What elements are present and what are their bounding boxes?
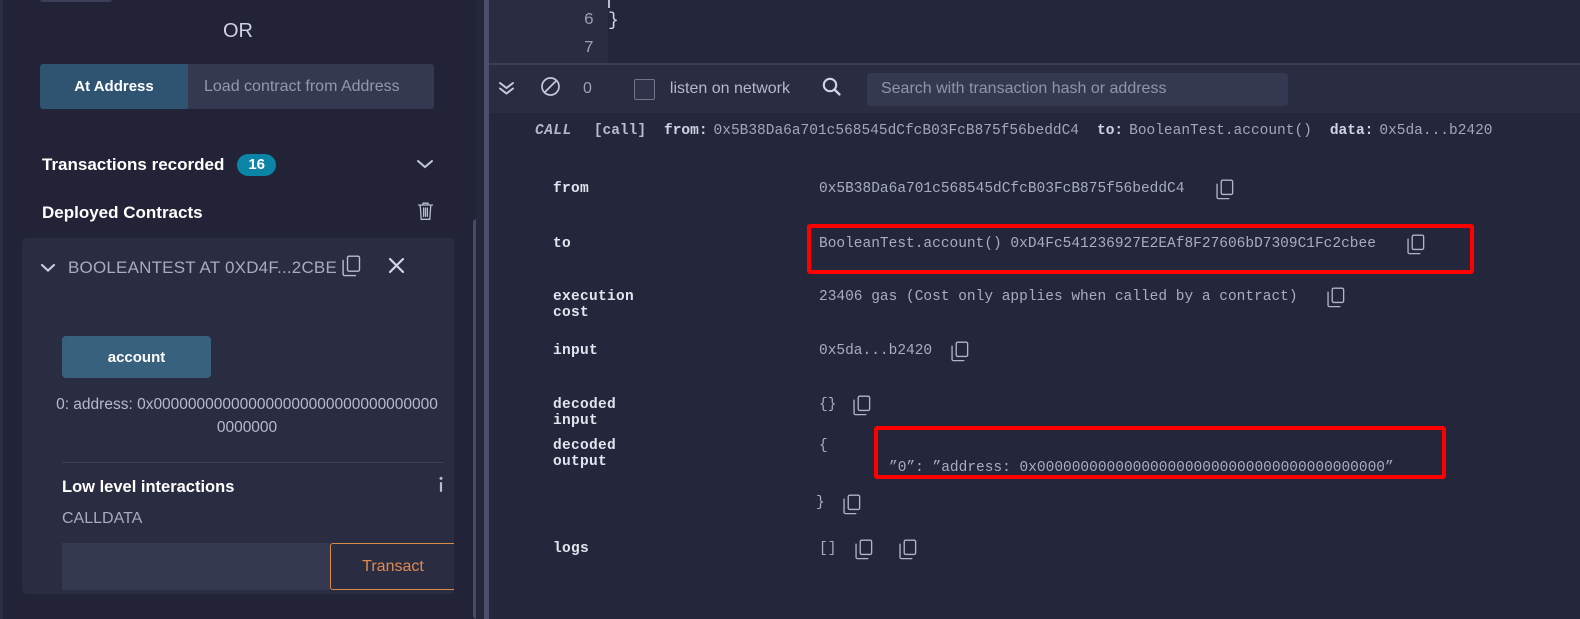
detail-value-decoded-input: {} [819,397,837,413]
call-to-key: to: [1097,123,1124,139]
calldata-label: CALLDATA [62,510,143,527]
copy-icon[interactable] [855,539,874,565]
account-return-value: 0: address: 0x00000000000000000000000000… [56,396,438,436]
account-function-button[interactable]: account [62,336,211,378]
partial-button-above[interactable] [40,0,112,2]
transactions-recorded-label: Transactions recorded [42,155,225,174]
decoded-output-open-brace: { [819,438,828,454]
detail-label-logs: logs [553,541,590,557]
detail-value-from: 0x5B38Da6a701c568545dCfcB03FcB875f56bedd… [819,181,1185,197]
editor-and-terminal-area: 6 7 } 0 listen on network Search with tr… [489,0,1580,619]
listen-on-network-label: listen on network [669,80,790,97]
calldata-row: Transact [62,543,454,590]
copy-icon[interactable] [951,341,970,367]
at-address-button[interactable]: At Address [40,64,188,109]
chevron-down-icon[interactable] [40,261,56,276]
or-separator-label: OR [223,20,253,42]
call-summary-line[interactable]: CALL [call] from: 0x5B38Da6a701c568545dCfcB… [535,123,1493,139]
transact-button[interactable]: Transact [330,543,454,590]
detail-label-input: input [553,343,599,359]
deployed-contracts-label: Deployed Contracts [42,203,203,222]
info-icon[interactable] [438,476,444,499]
call-to-value: BooleanTest.account() [1129,123,1312,139]
call-data-key: data: [1329,123,1374,139]
terminal-search-input[interactable] [866,72,1288,106]
copy-icon[interactable] [1407,234,1426,260]
at-address-row: At Address [40,64,434,109]
line-number-6: 6 [583,11,594,30]
copy-icon[interactable] [1327,287,1346,313]
detail-label-from: from [553,181,590,197]
detail-value-to: BooleanTest.account() 0xD4Fc541236927E2E… [819,236,1376,252]
detail-label-to: to [553,236,572,252]
call-type-tag: CALL [535,123,572,139]
call-bracket-label: [call] [593,123,647,139]
card-divider [62,462,444,463]
detail-value-logs: [] [819,541,837,557]
panel-left-rail [0,0,3,619]
calldata-input[interactable] [62,543,330,590]
deployed-contract-card: BOOLEANTEST AT 0XD4F...2CBEE ( account 0… [22,238,454,594]
transactions-recorded-count-badge: 16 [237,154,277,176]
search-icon[interactable] [822,77,841,101]
transactions-recorded-row[interactable]: Transactions recorded 16 [42,150,434,180]
remix-ide-window: OR At Address Transactions recorded 16 D… [0,0,1580,619]
listen-on-network-checkbox[interactable] [633,78,655,100]
detail-value-input: 0x5da...b2420 [819,343,933,359]
editor-gutter: 6 7 [489,0,608,64]
at-address-input[interactable] [188,64,434,109]
low-level-interactions-label: Low level interactions [62,477,235,496]
call-from-key: from: [664,123,708,139]
low-level-interactions-row: Low level interactions [62,474,444,500]
double-chevron-down-icon[interactable] [497,78,516,101]
code-editor-strip: 6 7 } [489,0,1580,65]
copy-icon[interactable] [843,494,862,520]
contract-card-title: BOOLEANTEST AT 0XD4F...2CBEE ( [68,258,336,277]
terminal-output: CALL [call] from: 0x5B38Da6a701c568545dCfcB… [489,113,1580,619]
deployed-contracts-header: Deployed Contracts [42,199,434,227]
clear-console-icon[interactable] [540,76,561,102]
copy-icon[interactable] [1216,179,1235,205]
copy-icon-secondary[interactable] [899,539,918,565]
editor-code-line-6[interactable]: } [608,11,619,31]
call-data-value: 0x5da...b2420 [1379,123,1493,139]
deploy-and-run-panel: OR At Address Transactions recorded 16 D… [0,0,476,619]
detail-label-execution-cost: execution cost [553,289,635,321]
trash-icon[interactable] [417,201,434,226]
detail-value-decoded-output: ”0”: ”address: 0x00000000000000000000000… [889,460,1394,476]
error-count: 0 [583,80,592,97]
decoded-output-close-brace: } [816,495,825,511]
copy-icon[interactable] [342,255,362,282]
line-number-7: 7 [583,39,594,58]
chevron-down-icon[interactable] [416,157,434,174]
detail-label-decoded-output: decoded output [553,438,617,470]
left-panel-scrollbar[interactable] [473,219,476,619]
close-icon[interactable] [388,257,405,280]
contract-card-header[interactable]: BOOLEANTEST AT 0XD4F...2CBEE ( [22,248,454,288]
copy-icon[interactable] [853,395,872,421]
editor-cursor [608,0,610,8]
detail-label-decoded-input: decoded input [553,397,617,429]
terminal-toolbar: 0 listen on network [489,65,1580,113]
detail-value-execution-cost: 23406 gas (Cost only applies when called… [819,289,1298,305]
call-from-value: 0x5B38Da6a701c568545dCfcB03FcB875f56bedd… [713,123,1080,139]
